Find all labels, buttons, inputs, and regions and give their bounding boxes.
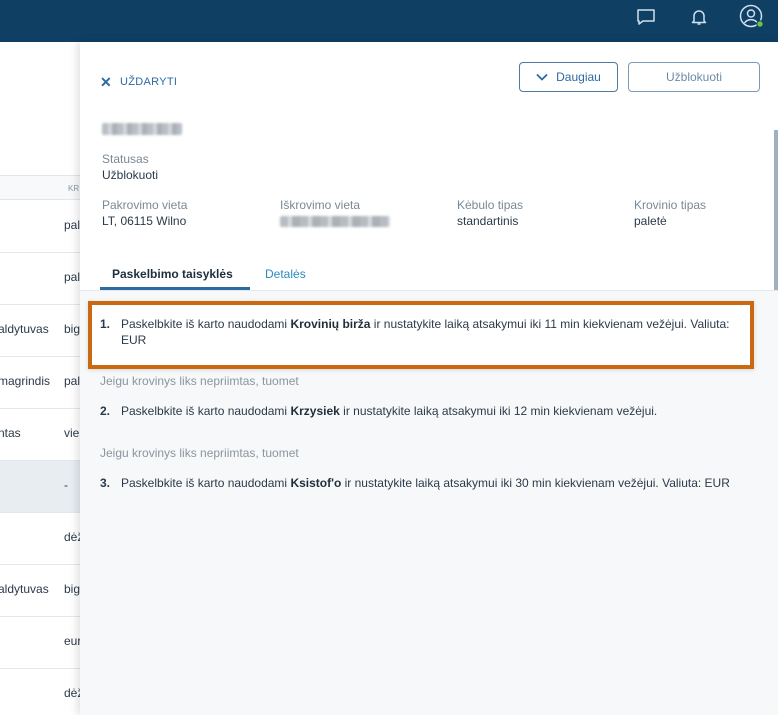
row-cell: pal (64, 218, 80, 232)
chevron-down-icon (536, 73, 548, 81)
redacted-unloading-place (280, 216, 390, 227)
list-row[interactable]: aldytuvas big (0, 305, 80, 357)
row-cell: dėž (64, 686, 80, 700)
list-row-selected[interactable]: - (0, 461, 80, 513)
detail-panel: ✕ UŽDARYTI Daugiau Užblokuoti Statusas U… (80, 42, 778, 715)
condition-text: Jeigu krovinys liks nepriimtas, tuomet (100, 446, 299, 460)
list-row[interactable]: pal (0, 253, 80, 305)
more-button[interactable]: Daugiau (519, 62, 618, 92)
close-icon: ✕ (100, 74, 113, 90)
panel-tabs: Paskelbimo taisyklės Detalės (100, 260, 758, 290)
row-cell: dėž (64, 530, 80, 544)
status-dot (756, 20, 764, 28)
tab-publication-rules[interactable]: Paskelbimo taisyklės (112, 267, 233, 281)
rule-text: Paskelbkite iš karto naudodami Krovinių … (121, 316, 740, 348)
rule-number: 1. (100, 317, 111, 331)
list-row[interactable]: eur (0, 617, 80, 669)
row-cell: pal (64, 374, 80, 388)
row-cell: vie (64, 426, 80, 440)
row-cell: - (64, 478, 68, 492)
body-type-value: standartinis (457, 214, 519, 228)
loading-place-value: LT, 06115 Wilno (102, 214, 187, 228)
block-label: Užblokuoti (665, 70, 723, 84)
list-row[interactable]: dėž (0, 669, 80, 715)
rule-text-pre: Paskelbkite iš karto naudodami (121, 476, 291, 490)
list-row[interactable]: aldytuvas big (0, 565, 80, 617)
rule-text-post: ir nustatykite laiką atsakymui iki 30 mi… (341, 476, 730, 490)
rule-text-pre: Paskelbkite iš karto naudodami (121, 317, 291, 331)
cargo-type-value: paletė (634, 214, 667, 228)
rule-item: 3. Paskelbkite iš karto naudodami Ksisto… (100, 475, 760, 491)
row-cell: magrindis (0, 374, 51, 388)
rule-carrier: Krzysiek (290, 404, 340, 418)
column-header: KR (68, 184, 80, 193)
loading-place-label: Pakrovimo vieta (102, 198, 188, 212)
body-type-label: Kėbulo tipas (457, 198, 524, 212)
row-cell: pal (64, 270, 80, 284)
rule-text: Paskelbkite iš karto naudodami Ksistof'o… (121, 475, 730, 491)
cargo-type-label: Krovinio tipas (634, 198, 707, 212)
rule-carrier: Ksistof'o (290, 476, 342, 490)
rule-number: 3. (100, 476, 111, 490)
tab-details[interactable]: Detalės (265, 267, 306, 281)
top-bar (0, 0, 778, 42)
redacted-title (102, 123, 182, 135)
row-cell: big (64, 322, 80, 336)
list-row[interactable]: ntas vie (0, 409, 80, 461)
rule-text-post: ir nustatykite laiką atsakymui iki 12 mi… (339, 404, 658, 418)
bell-icon[interactable] (686, 4, 712, 30)
close-label: UŽDARYTI (120, 76, 178, 88)
rule-carrier: Krovinių birža (290, 317, 371, 331)
status-value: Užblokuoti (102, 168, 159, 182)
chat-icon[interactable] (633, 4, 659, 30)
row-cell: ntas (0, 426, 21, 440)
rule-text-pre: Paskelbkite iš karto naudodami (121, 404, 291, 418)
status-label: Statusas (102, 152, 149, 166)
list-row[interactable]: magrindis pal (0, 357, 80, 409)
rule-item: 1. Paskelbkite iš karto naudodami Krovin… (100, 316, 740, 348)
row-cell: aldytuvas (0, 322, 49, 336)
row-cell: aldytuvas (0, 582, 49, 596)
row-cell: big (64, 582, 80, 596)
condition-text: Jeigu krovinys liks nepriimtas, tuomet (100, 374, 299, 388)
tabs-divider (80, 290, 778, 291)
more-label: Daugiau (556, 70, 601, 84)
rule-number: 2. (100, 404, 111, 418)
block-button[interactable]: Užblokuoti (628, 62, 760, 92)
unloading-place-label: Iškrovimo vieta (280, 198, 361, 212)
user-icon[interactable] (739, 4, 765, 30)
background-list: KR pal pal aldytuvas big magrindis pal nta… (0, 42, 80, 715)
rule-text: Paskelbkite iš karto naudodami Krzysiek … (121, 403, 657, 419)
list-row[interactable]: dėž (0, 513, 80, 565)
list-header: KR (0, 175, 80, 200)
rule-item: 2. Paskelbkite iš karto naudodami Krzysi… (100, 403, 750, 419)
list-row[interactable]: pal (0, 201, 80, 253)
row-cell: eur (64, 634, 80, 648)
close-button[interactable]: ✕ UŽDARYTI (100, 75, 177, 89)
